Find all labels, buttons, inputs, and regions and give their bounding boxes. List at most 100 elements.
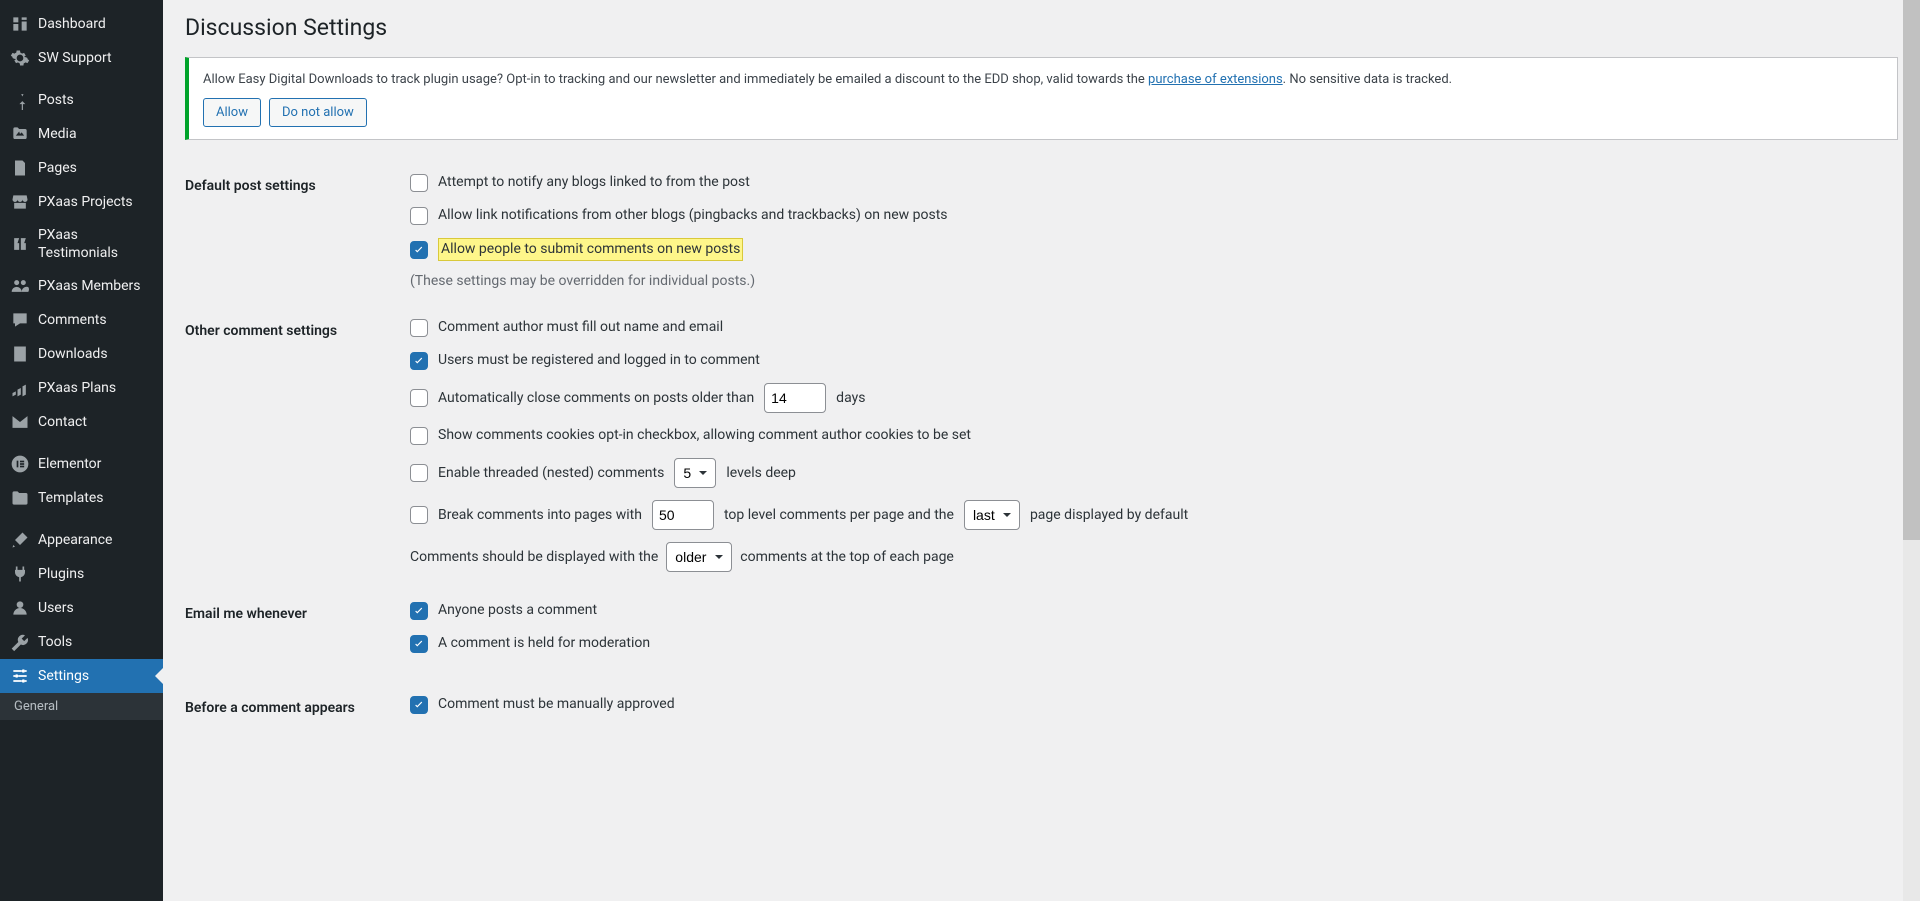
user-icon [10,598,30,618]
elementor-icon [10,454,30,474]
dash-icon [10,14,30,34]
auto-close-before-label: Automatically close comments on posts ol… [438,388,754,409]
manual-approve-checkbox[interactable] [410,696,428,714]
sidebar-item-label: Users [38,599,74,617]
sidebar-item-pages[interactable]: Pages [0,151,163,185]
paginate-mid-label: top level comments per page and the [724,505,954,526]
sidebar-subitem-general[interactable]: General [0,693,163,720]
scrollbar[interactable] [1903,0,1920,901]
sidebar-item-pxaas-projects[interactable]: PXaas Projects [0,185,163,219]
sidebar-item-pxaas-members[interactable]: PXaas Members [0,269,163,303]
sidebar-item-dashboard[interactable]: Dashboard [0,7,163,41]
sidebar-item-label: PXaas Plans [38,379,116,397]
sidebar-item-appearance[interactable]: Appearance [0,523,163,557]
threaded-after-label: levels deep [726,463,796,484]
notify-blogs-label: Attempt to notify any blogs linked to fr… [438,172,750,193]
sidebar-item-sw-support[interactable]: SW Support [0,41,163,75]
sidebar-item-downloads[interactable]: Downloads [0,337,163,371]
admin-sidebar: Dashboard SW Support Posts Media Pages PXaas … [0,0,163,901]
must-register-label: Users must be registered and logged in t… [438,350,760,371]
manual-approve-label: Comment must be manually approved [438,694,675,715]
plug-icon [10,564,30,584]
pin-icon [10,90,30,110]
folder-icon [10,488,30,508]
section-heading-default-post: Default post settings [185,172,410,194]
mail-icon [10,412,30,432]
deny-button[interactable]: Do not allow [269,98,367,128]
sidebar-item-settings[interactable]: Settings [0,659,163,693]
default-post-note: (These settings may be overridden for in… [410,273,1898,289]
display-before-label: Comments should be displayed with the [410,549,658,565]
paginate-checkbox[interactable] [410,506,428,524]
auto-close-checkbox[interactable] [410,389,428,407]
display-after-label: comments at the top of each page [740,549,954,565]
threaded-levels-select[interactable]: 5 [674,458,716,488]
sidebar-item-pxaas-testimonials[interactable]: PXaas Testimonials [0,219,163,269]
name-email-checkbox[interactable] [410,319,428,337]
cookies-checkbox[interactable] [410,427,428,445]
threaded-checkbox[interactable] [410,464,428,482]
plans-icon [10,378,30,398]
scrollbar-thumb[interactable] [1903,0,1920,540]
display-order-select[interactable]: older [666,542,732,572]
download-icon [10,344,30,364]
sidebar-item-templates[interactable]: Templates [0,481,163,515]
must-register-checkbox[interactable] [410,352,428,370]
main-content: Discussion Settings Allow Easy Digital D… [163,0,1920,901]
sidebar-item-plugins[interactable]: Plugins [0,557,163,591]
section-heading-other-comment: Other comment settings [185,317,410,339]
notify-blogs-checkbox[interactable] [410,174,428,192]
sidebar-item-tools[interactable]: Tools [0,625,163,659]
sidebar-item-label: Downloads [38,345,108,363]
store-icon [10,192,30,212]
allow-comments-label: Allow people to submit comments on new p… [438,238,743,261]
sidebar-item-label: PXaas Testimonials [38,226,153,262]
sidebar-item-pxaas-plans[interactable]: PXaas Plans [0,371,163,405]
email-held-checkbox[interactable] [410,635,428,653]
sidebar-item-label: Appearance [38,531,112,549]
notice-text-after: . No sensitive data is tracked. [1283,72,1452,87]
sidebar-item-label: SW Support [38,49,112,67]
pingback-checkbox[interactable] [410,207,428,225]
pingback-label: Allow link notifications from other blog… [438,205,948,226]
sidebar-item-comments[interactable]: Comments [0,303,163,337]
email-anyone-checkbox[interactable] [410,602,428,620]
notice-text-before: Allow Easy Digital Downloads to track pl… [203,72,1148,87]
sidebar-item-label: PXaas Members [38,277,141,295]
default-page-select[interactable]: last [964,500,1020,530]
sidebar-item-label: Media [38,125,77,143]
sidebar-item-label: Pages [38,159,77,177]
sidebar-item-label: Posts [38,91,74,109]
comment-icon [10,310,30,330]
quote-icon [10,234,30,254]
purchase-extensions-link[interactable]: purchase of extensions [1148,72,1283,87]
tracking-notice: Allow Easy Digital Downloads to track pl… [185,57,1898,140]
allow-comments-checkbox[interactable] [410,241,428,259]
sidebar-item-posts[interactable]: Posts [0,83,163,117]
paginate-after-label: page displayed by default [1030,505,1188,526]
page-icon [10,158,30,178]
sidebar-item-label: Templates [38,489,104,507]
auto-close-after-label: days [836,388,865,409]
users-icon [10,276,30,296]
threaded-before-label: Enable threaded (nested) comments [438,463,664,484]
allow-button[interactable]: Allow [203,98,261,128]
sidebar-item-label: Tools [38,633,72,651]
section-heading-email-me: Email me whenever [185,600,410,622]
sidebar-item-label: Settings [38,667,89,685]
sidebar-item-label: Comments [38,311,107,329]
sidebar-item-media[interactable]: Media [0,117,163,151]
section-heading-before-appear: Before a comment appears [185,694,410,716]
per-page-input[interactable] [652,500,714,530]
paginate-before-label: Break comments into pages with [438,505,642,526]
sidebar-item-contact[interactable]: Contact [0,405,163,439]
wrench-icon [10,632,30,652]
auto-close-days-input[interactable] [764,383,826,413]
sidebar-item-elementor[interactable]: Elementor [0,447,163,481]
sidebar-item-label: Plugins [38,565,84,583]
brush-icon [10,530,30,550]
page-title: Discussion Settings [185,14,1898,41]
sidebar-item-label: Elementor [38,455,101,473]
sidebar-item-users[interactable]: Users [0,591,163,625]
sidebar-item-label: PXaas Projects [38,193,133,211]
